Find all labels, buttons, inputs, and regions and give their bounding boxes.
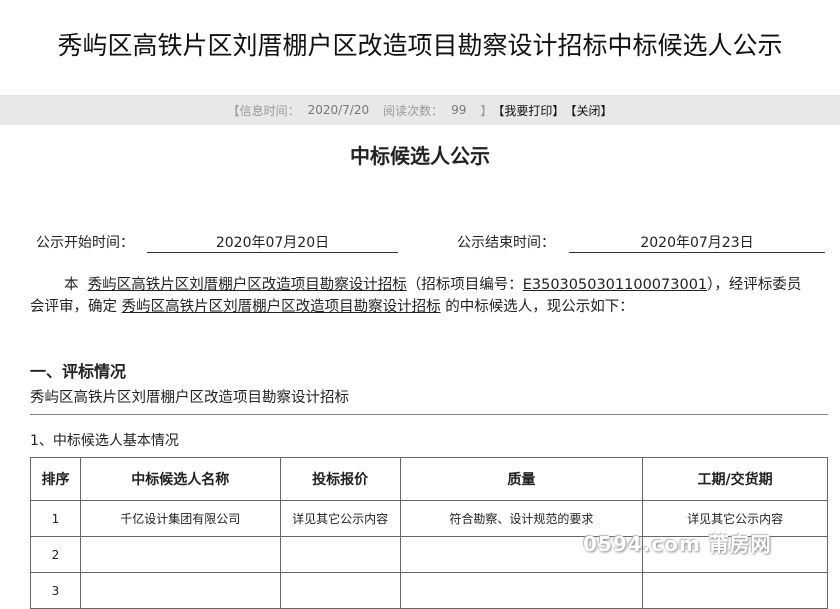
intro-project-link-2: 秀屿区高铁片区刘厝棚户区改造项目勘察设计招标 xyxy=(121,299,441,315)
divider xyxy=(30,414,828,415)
info-close-bracket: 】 xyxy=(480,103,493,118)
section-heading: 一、评标情况 xyxy=(30,362,127,381)
cell-candidate-name xyxy=(79,536,281,573)
table-row: 3 xyxy=(30,572,828,609)
cell-duration xyxy=(642,572,828,609)
site-watermark: 0594.com 莆房网 xyxy=(583,532,772,556)
cell-candidate-name xyxy=(79,572,281,609)
intro-project-code: E3503050301100073001 xyxy=(522,277,708,293)
cell-bid-price xyxy=(279,536,401,573)
page-title: 秀屿区高铁片区刘厝棚户区改造项目勘察设计招标中标候选人公示 xyxy=(57,31,783,60)
cell-bid-price xyxy=(279,572,401,609)
end-date-label: 公示结束时间： xyxy=(457,235,555,251)
info-bar: 【 信息时间： 2020/7/20 阅读次数： 99 】 【我要打印】 【关闭】 xyxy=(0,95,840,125)
cell-rank: 3 xyxy=(30,572,81,609)
start-date-label: 公示开始时间： xyxy=(36,235,134,251)
intro-suffix: 的中标候选人，现公示如下： xyxy=(445,299,634,315)
info-read-value: 99 xyxy=(451,103,467,117)
print-link[interactable]: 【我要打印】 xyxy=(492,102,564,119)
cell-bid-price: 详见其它公示内容 xyxy=(279,500,401,537)
close-link[interactable]: 【关闭】 xyxy=(564,102,612,119)
info-time-value: 2020/7/20 xyxy=(307,103,370,117)
header-bid-price: 投标报价 xyxy=(279,457,401,501)
header-quality: 质量 xyxy=(399,457,644,501)
intro-mid-1: （招标项目编号： xyxy=(406,277,523,293)
info-time-label: 信息时间： xyxy=(239,103,300,118)
end-date-value: 2020年07月23日 xyxy=(569,232,825,253)
end-date-row: 公示结束时间： xyxy=(457,232,555,252)
intro-project-link-1: 秀屿区高铁片区刘厝棚户区改造项目勘察设计招标 xyxy=(87,277,407,293)
header-duration: 工期/交货期 xyxy=(642,457,828,501)
cell-candidate-name: 千亿设计集团有限公司 xyxy=(79,500,281,537)
intro-prefix: 本 xyxy=(64,277,79,293)
cell-quality xyxy=(399,572,644,609)
info-open-bracket: 【 xyxy=(227,103,240,118)
start-date-value: 2020年07月20日 xyxy=(147,232,398,253)
notice-subtitle: 中标候选人公示 xyxy=(350,144,490,168)
cell-rank: 2 xyxy=(30,536,81,573)
table-header-row: 排序 中标候选人名称 投标报价 质量 工期/交货期 xyxy=(30,457,828,501)
header-candidate-name: 中标候选人名称 xyxy=(79,457,281,501)
info-read-label: 阅读次数： xyxy=(383,103,444,118)
project-name: 秀屿区高铁片区刘厝棚户区改造项目勘察设计招标 xyxy=(30,390,349,406)
header-rank: 排序 xyxy=(30,457,81,501)
cell-rank: 1 xyxy=(30,500,81,537)
candidate-subheading: 1、中标候选人基本情况 xyxy=(30,433,179,449)
intro-paragraph: 本 秀屿区高铁片区刘厝棚户区改造项目勘察设计招标（招标项目编号：E3503050… xyxy=(30,274,810,318)
start-date-row: 公示开始时间： xyxy=(36,232,134,252)
